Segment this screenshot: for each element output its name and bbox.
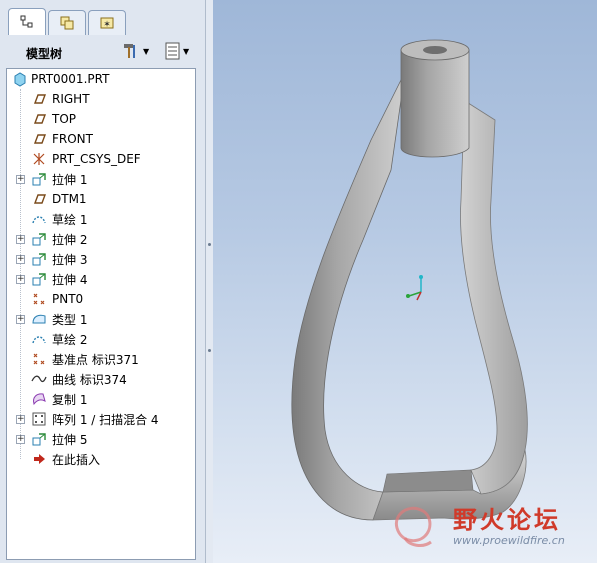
datum-point-icon bbox=[33, 353, 45, 365]
tree-item[interactable]: PNT0 bbox=[7, 289, 193, 309]
splitter-grip bbox=[208, 243, 211, 246]
tree-item-label: 拉伸 3 bbox=[52, 252, 88, 267]
hanger-left-arm bbox=[291, 71, 406, 521]
curve-icon bbox=[31, 375, 47, 383]
tree-item-label: 草绘 2 bbox=[52, 332, 88, 347]
top-boss bbox=[400, 49, 470, 158]
expand-toggle[interactable]: + bbox=[16, 314, 25, 324]
expand-toggle[interactable]: + bbox=[16, 174, 25, 184]
expand-toggle[interactable]: + bbox=[16, 414, 25, 424]
triad-tip bbox=[419, 275, 423, 279]
csys-icon bbox=[33, 153, 45, 165]
tree-item[interactable]: PRT_CSYS_DEF bbox=[7, 149, 193, 169]
copy-surface-icon bbox=[33, 393, 46, 406]
splitter-grip bbox=[208, 349, 211, 352]
extrude-icon bbox=[32, 253, 46, 266]
extrude-icon bbox=[32, 173, 46, 186]
tree-item-label: 拉伸 1 bbox=[52, 172, 88, 187]
tree-item-label: DTM1 bbox=[52, 192, 87, 206]
hammer-icon bbox=[124, 44, 135, 58]
settings-button[interactable]: ▼ bbox=[122, 41, 149, 61]
tree-item-label: TOP bbox=[52, 112, 77, 126]
tree-item-label: FRONT bbox=[52, 132, 93, 146]
datum-plane-icon bbox=[33, 94, 47, 104]
chevron-down-icon: ▼ bbox=[183, 46, 190, 56]
model-render bbox=[291, 39, 528, 521]
boss-hole bbox=[423, 46, 447, 54]
tree-item[interactable]: RIGHT bbox=[7, 89, 193, 109]
sketch-icon bbox=[32, 336, 46, 344]
watermark-title: 野火论坛 bbox=[453, 506, 561, 534]
tree-item-label: 拉伸 5 bbox=[52, 432, 88, 447]
tree-item[interactable]: + 拉伸 4 bbox=[7, 269, 193, 289]
expand-toggle[interactable]: + bbox=[16, 234, 25, 244]
tree-root[interactable]: PRT0001.PRT bbox=[7, 69, 193, 89]
tree-item[interactable]: 曲线 标识374 bbox=[7, 369, 193, 389]
tree-item-label: 类型 1 bbox=[52, 312, 88, 327]
tree-item-label: PRT_CSYS_DEF bbox=[52, 152, 141, 166]
hanger-inner-face bbox=[382, 469, 474, 493]
tree-item-label: 曲线 标识374 bbox=[52, 372, 127, 387]
tree-item[interactable]: + 拉伸 2 bbox=[7, 229, 193, 249]
navigator-tabbar: ✶ bbox=[4, 6, 204, 35]
star-icon: ✶ bbox=[100, 17, 114, 30]
watermark-url: www.proewildfire.cn bbox=[453, 534, 565, 547]
show-button[interactable]: ▼ bbox=[164, 41, 189, 61]
tree-item-label: 拉伸 4 bbox=[52, 272, 88, 287]
model-tree[interactable]: PRT0001.PRT RIGHT TOP FRONT PRT_CSYS_DEF + 拉伸… bbox=[6, 68, 196, 560]
tree-item-label: 草绘 1 bbox=[52, 212, 88, 227]
tree-item-label: 拉伸 2 bbox=[52, 232, 88, 247]
extrude-icon bbox=[32, 233, 46, 246]
expand-toggle[interactable]: + bbox=[16, 274, 25, 284]
tree-item[interactable]: 在此插入 bbox=[7, 449, 193, 469]
tree-item[interactable]: DTM1 bbox=[7, 189, 193, 209]
list-icon bbox=[165, 42, 180, 60]
tree-item[interactable]: 基准点 标识371 bbox=[7, 349, 193, 369]
svg-text:✶: ✶ bbox=[103, 20, 111, 30]
extrude-icon bbox=[32, 273, 46, 286]
tree-item[interactable]: 复制 1 bbox=[7, 389, 193, 409]
expand-toggle[interactable]: + bbox=[16, 434, 25, 444]
extrude-icon bbox=[32, 433, 46, 446]
tree-item-label: 阵列 1 / 扫描混合 4 bbox=[52, 412, 159, 427]
expand-toggle[interactable]: + bbox=[16, 254, 25, 264]
model-tree-panel: ✶ 模型树 ▼ ▼ PRT0001.PRT RIGHT TOP FRONT PR… bbox=[0, 0, 206, 563]
model-tree-tab[interactable] bbox=[8, 8, 46, 35]
tree-item[interactable]: + 拉伸 5 bbox=[7, 429, 193, 449]
datum-plane-icon bbox=[33, 134, 47, 144]
tree-item-label: RIGHT bbox=[52, 92, 90, 106]
tree-item-label: PNT0 bbox=[52, 292, 84, 306]
datum-plane-icon bbox=[33, 114, 47, 124]
tree-item[interactable]: + 类型 1 bbox=[7, 309, 193, 329]
tree-item[interactable]: + 阵列 1 / 扫描混合 4 bbox=[7, 409, 193, 429]
favorites-tab[interactable]: ✶ bbox=[88, 10, 126, 35]
graphics-viewport[interactable]: 野火论坛 www.proewildfire.cn bbox=[213, 0, 597, 563]
tree-item[interactable]: FRONT bbox=[7, 129, 193, 149]
pattern-icon bbox=[32, 412, 46, 426]
tree-root-label: PRT0001.PRT bbox=[31, 72, 110, 86]
datum-plane-icon bbox=[33, 194, 47, 204]
tree-item-label: 复制 1 bbox=[52, 392, 88, 407]
tree-item[interactable]: + 拉伸 1 bbox=[7, 169, 193, 189]
model-tree-title: 模型树 bbox=[26, 47, 63, 61]
tree-item[interactable]: + 拉伸 3 bbox=[7, 249, 193, 269]
model-tree-icon bbox=[20, 15, 33, 28]
tree-item[interactable]: 草绘 1 bbox=[7, 209, 193, 229]
model-tree-header: 模型树 ▼ ▼ bbox=[4, 38, 200, 66]
layers-tab[interactable] bbox=[48, 10, 86, 35]
tree-item[interactable]: TOP bbox=[7, 109, 193, 129]
chevron-down-icon: ▼ bbox=[143, 46, 150, 56]
part-icon bbox=[14, 72, 26, 87]
triad-tip bbox=[406, 294, 410, 298]
forum-watermark: 野火论坛 www.proewildfire.cn bbox=[387, 496, 597, 558]
layers-icon bbox=[60, 16, 74, 30]
watermark-logo-icon bbox=[394, 506, 432, 547]
insert-here-arrow-icon bbox=[34, 454, 45, 464]
tree-item-label: 基准点 标识371 bbox=[52, 352, 139, 367]
sketch-icon bbox=[32, 216, 46, 224]
tree-item-label: 在此插入 bbox=[52, 452, 101, 467]
datum-point-icon bbox=[33, 293, 45, 305]
style-icon bbox=[32, 314, 46, 324]
tree-item[interactable]: 草绘 2 bbox=[7, 329, 193, 349]
